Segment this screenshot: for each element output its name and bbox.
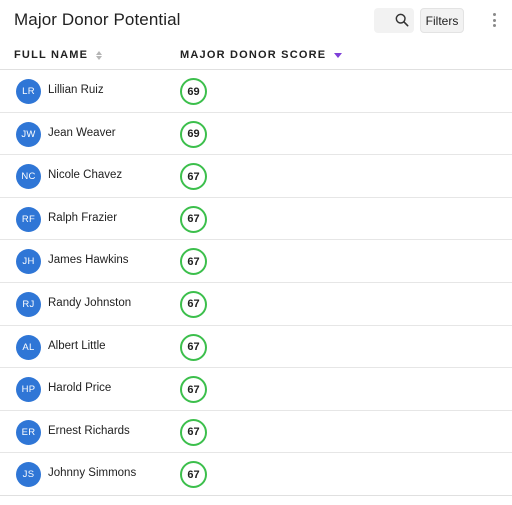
more-vert-icon[interactable] bbox=[490, 10, 498, 30]
table-row[interactable]: RF Ralph Frazier 67 bbox=[0, 198, 512, 241]
donor-name[interactable]: Albert Little bbox=[48, 340, 106, 352]
search-icon bbox=[395, 13, 409, 27]
column-label-major-donor-score: MAJOR DONOR SCORE bbox=[180, 49, 327, 61]
avatar: HP bbox=[16, 377, 41, 403]
sort-descending-icon bbox=[334, 52, 343, 58]
divider bbox=[0, 495, 512, 496]
donor-name[interactable]: Ernest Richards bbox=[48, 425, 130, 437]
score-badge: 69 bbox=[180, 120, 207, 148]
donor-card: Major Donor Potential Filters FULL NAME … bbox=[0, 0, 512, 505]
table-row[interactable]: ER Ernest Richards 67 bbox=[0, 411, 512, 454]
sort-icon bbox=[96, 50, 103, 60]
avatar: JS bbox=[16, 462, 41, 488]
donor-name[interactable]: Jean Weaver bbox=[48, 127, 116, 139]
score-badge: 67 bbox=[180, 418, 207, 446]
table-row[interactable]: HP Harold Price 67 bbox=[0, 368, 512, 411]
table-row[interactable]: LR Lillian Ruiz 69 bbox=[0, 70, 512, 113]
table-row[interactable]: NC Nicole Chavez 67 bbox=[0, 155, 512, 198]
donor-name[interactable]: Ralph Frazier bbox=[48, 212, 117, 224]
table-row[interactable]: RJ Randy Johnston 67 bbox=[0, 283, 512, 326]
avatar: JW bbox=[16, 121, 41, 147]
avatar: JH bbox=[16, 249, 41, 275]
avatar: LR bbox=[16, 79, 41, 104]
card-header: Major Donor Potential Filters bbox=[0, 0, 512, 42]
table-row[interactable]: JW Jean Weaver 69 bbox=[0, 113, 512, 156]
score-badge: 69 bbox=[180, 78, 207, 105]
column-label-full-name: FULL NAME bbox=[14, 49, 89, 61]
donor-list: LR Lillian Ruiz 69 JW Jean Weaver 69 NC Nicole … bbox=[0, 70, 512, 496]
search-button[interactable] bbox=[374, 8, 414, 33]
avatar: RJ bbox=[16, 291, 41, 317]
table-row[interactable]: JS Johnny Simmons 67 bbox=[0, 453, 512, 496]
score-badge: 67 bbox=[180, 248, 207, 276]
avatar: ER bbox=[16, 419, 41, 445]
donor-name[interactable]: Randy Johnston bbox=[48, 297, 131, 309]
column-header-major-donor-score[interactable]: MAJOR DONOR SCORE bbox=[180, 49, 343, 61]
score-badge: 67 bbox=[180, 205, 207, 233]
donor-name[interactable]: Johnny Simmons bbox=[48, 467, 136, 479]
donor-name[interactable]: Harold Price bbox=[48, 382, 111, 394]
score-badge: 67 bbox=[180, 333, 207, 361]
table-row[interactable]: JH James Hawkins 67 bbox=[0, 240, 512, 283]
donor-name[interactable]: Nicole Chavez bbox=[48, 169, 122, 181]
score-badge: 67 bbox=[180, 376, 207, 404]
donor-name[interactable]: Lillian Ruiz bbox=[48, 84, 104, 96]
score-badge: 67 bbox=[180, 290, 207, 318]
score-badge: 67 bbox=[180, 461, 207, 489]
table-header: FULL NAME MAJOR DONOR SCORE bbox=[0, 42, 512, 70]
avatar: AL bbox=[16, 334, 41, 360]
score-badge: 67 bbox=[180, 163, 207, 191]
column-header-full-name[interactable]: FULL NAME bbox=[14, 49, 103, 61]
avatar: NC bbox=[16, 164, 41, 190]
donor-name[interactable]: James Hawkins bbox=[48, 254, 129, 266]
table-row[interactable]: AL Albert Little 67 bbox=[0, 326, 512, 369]
page-title: Major Donor Potential bbox=[14, 10, 181, 29]
filters-button[interactable]: Filters bbox=[420, 8, 464, 33]
avatar: RF bbox=[16, 206, 41, 232]
